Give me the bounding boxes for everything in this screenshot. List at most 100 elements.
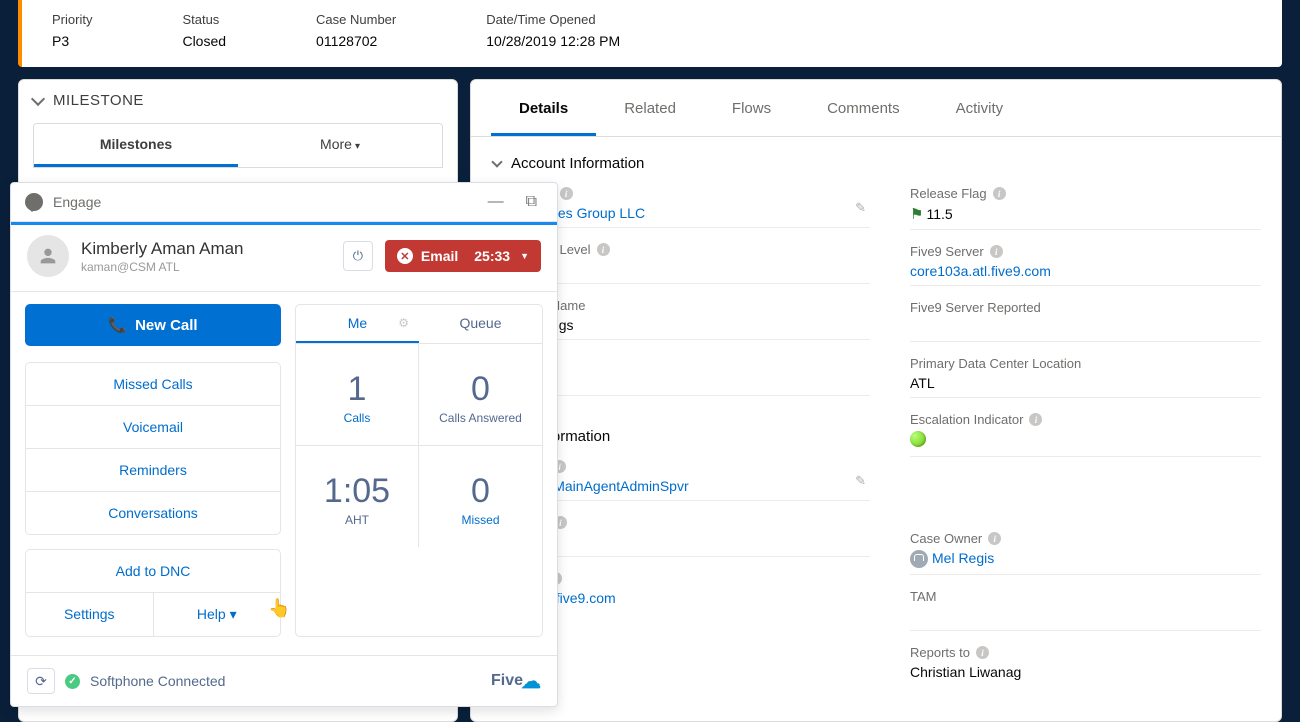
account-name-field: Namei Services Group LLC ✎ (519, 186, 870, 228)
info-icon[interactable]: i (597, 243, 610, 256)
status-label: Status (182, 12, 226, 27)
close-icon: ✕ (397, 248, 413, 264)
tab-details[interactable]: Details (491, 80, 596, 136)
status-email-button[interactable]: ✕ Email 25:33 ▼ (385, 240, 541, 272)
release-flag-field: Release Flagi ⚑11.5 (910, 186, 1261, 230)
popout-button[interactable]: ⧉ (520, 193, 543, 211)
voicemail-button[interactable]: Voicemail (26, 406, 280, 449)
case-number-label: Case Number (316, 12, 396, 27)
info-icon[interactable]: i (988, 532, 1001, 545)
domain-name-field: main Name Holdings (519, 298, 870, 340)
datetime-value: 10/28/2019 12:28 PM (486, 33, 620, 49)
new-call-button[interactable]: 📞 New Call (25, 304, 281, 346)
case-number-field: Case Number 01128702 (316, 12, 396, 49)
status-value: Closed (182, 33, 226, 49)
reminders-button[interactable]: Reminders (26, 449, 280, 492)
stats-tab-queue[interactable]: Queue (419, 305, 542, 343)
chat-bubble-icon (25, 193, 43, 211)
status-ok-icon: ✓ (65, 674, 80, 689)
priority-field: Priority P3 (52, 12, 92, 49)
five9-server-field: Five9 Serveri core103a.atl.five9.com (910, 244, 1261, 286)
reports-to-field: Reports toi Christian Liwanag (910, 645, 1261, 687)
agent-name: Kimberly Aman Aman (81, 239, 331, 259)
cloud-icon: ☁ (521, 669, 541, 694)
section-account-info[interactable]: Account Information (471, 137, 1281, 186)
stats-column: Me ⚙ Queue 1 Calls 0 Calls Answered 1:05… (295, 304, 543, 637)
status-timer: 25:33 (474, 248, 510, 264)
chevron-down-icon (491, 156, 502, 167)
info-icon[interactable]: i (976, 646, 989, 659)
avatar-icon (910, 550, 928, 568)
tab-comments[interactable]: Comments (799, 80, 928, 136)
avatar-icon (27, 235, 69, 277)
support-level-field: upport Leveli n (519, 242, 870, 284)
stats-tab-me[interactable]: Me ⚙ (296, 305, 419, 343)
caret-down-icon: ▼ (520, 251, 529, 261)
stat-calls: 1 Calls (296, 344, 419, 446)
detail-tabs: Details Related Flows Comments Activity (471, 80, 1281, 137)
case-number-value: 01128702 (316, 33, 396, 49)
conversations-button[interactable]: Conversations (26, 492, 280, 534)
caret-down-icon: ▾ (355, 141, 360, 152)
datetime-label: Date/Time Opened (486, 12, 620, 27)
case-owner-field: Case Owneri Mel Regis (910, 531, 1261, 575)
chevron-down-icon (31, 91, 45, 105)
five9-logo: Five☁ (491, 669, 541, 694)
minimize-button[interactable]: — (482, 193, 510, 211)
agent-header: Kimberly Aman Aman kaman@CSM ATL ⏻ ✕ Ema… (11, 225, 557, 292)
tab-flows[interactable]: Flows (704, 80, 799, 136)
account-name-link[interactable]: Services Group LLC (519, 205, 870, 221)
tab-more[interactable]: More▾ (238, 124, 442, 167)
info-icon[interactable]: i (560, 187, 573, 200)
detail-panel: Details Related Flows Comments Activity … (470, 79, 1282, 722)
pencil-icon[interactable]: ✎ (855, 200, 866, 216)
status-dot-icon (910, 431, 926, 447)
case-summary-bar: Priority P3 Status Closed Case Number 01… (18, 0, 1282, 67)
owner-link[interactable]: Mel Regis (910, 550, 1261, 568)
escalation-field: Escalation Indicatori (910, 412, 1261, 457)
server-reported-field: Five9 Server Reported (910, 300, 1261, 342)
phone-icon: 📞 (108, 316, 127, 334)
contact-name-link[interactable]: orley MainAgentAdminSpvr (519, 478, 870, 494)
milestone-title: MILESTONE (53, 92, 144, 109)
stat-aht: 1:05 AHT (296, 446, 419, 547)
contact-email-field: maili rley@five9.com (519, 571, 870, 613)
info-icon[interactable]: i (990, 245, 1003, 258)
pencil-icon[interactable]: ✎ (855, 473, 866, 489)
info-icon[interactable]: i (1029, 413, 1042, 426)
missed-calls-button[interactable]: Missed Calls (26, 363, 280, 406)
priority-label: Priority (52, 12, 92, 27)
power-button[interactable]: ⏻ (343, 241, 373, 271)
tab-activity[interactable]: Activity (928, 80, 1032, 136)
engage-panel: Engage — ⧉ Kimberly Aman Aman kaman@CSM … (10, 182, 558, 707)
contact-phone-field: honei (519, 515, 870, 557)
milestone-header[interactable]: MILESTONE (33, 92, 443, 109)
stat-answered: 0 Calls Answered (419, 344, 542, 446)
contact-name-field: lamei orley MainAgentAdminSpvr ✎ (519, 459, 870, 501)
info-icon[interactable]: i (993, 187, 1006, 200)
settings-button[interactable]: Settings (26, 593, 154, 636)
engage-title: Engage (53, 194, 472, 210)
ts-field: tsi (519, 354, 870, 396)
flag-icon: ⚑ (910, 205, 923, 223)
data-center-field: Primary Data Center Location ATL (910, 356, 1261, 398)
detail-right-column: Release Flagi ⚑11.5 Five9 Serveri core10… (910, 186, 1261, 701)
agent-sub: kaman@CSM ATL (81, 260, 331, 274)
server-link[interactable]: core103a.atl.five9.com (910, 263, 1261, 279)
caret-down-icon: ▾ (230, 606, 237, 622)
detail-left-column: Namei Services Group LLC ✎ upport Leveli… (519, 186, 870, 701)
stat-missed: 0 Missed (419, 446, 542, 547)
tab-milestones[interactable]: Milestones (34, 124, 238, 167)
tab-related[interactable]: Related (596, 80, 704, 136)
status-field: Status Closed (182, 12, 226, 49)
engage-title-bar[interactable]: Engage — ⧉ (11, 183, 557, 222)
help-button[interactable]: Help ▾ (154, 593, 281, 636)
refresh-button[interactable]: ⟳ (27, 668, 55, 694)
priority-value: P3 (52, 33, 92, 49)
contact-email-link[interactable]: rley@five9.com (519, 590, 870, 606)
actions-column: 📞 New Call Missed Calls Voicemail Remind… (25, 304, 281, 637)
gear-icon[interactable]: ⚙ (398, 316, 409, 330)
add-to-dnc-button[interactable]: Add to DNC (26, 550, 280, 593)
datetime-field: Date/Time Opened 10/28/2019 12:28 PM (486, 12, 620, 49)
milestone-tabs: Milestones More▾ (33, 123, 443, 168)
